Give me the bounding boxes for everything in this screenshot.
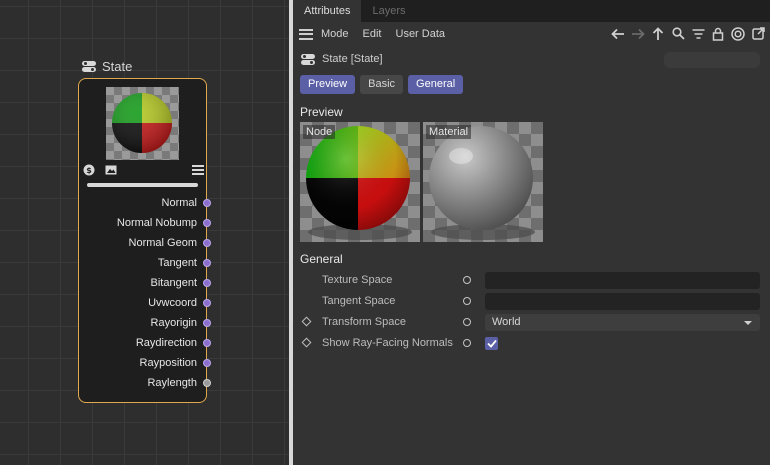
attributes-toolbar [610,25,766,42]
object-row: State [State] [293,46,770,72]
port-connector[interactable] [203,259,211,267]
port-row: Normal Nobump [117,213,211,233]
preview-node-label: Node [303,125,336,139]
param-texture-space: Texture Space [293,270,770,291]
keyframe-diamond-icon[interactable] [301,337,312,348]
port-toggle-icon[interactable] [463,339,471,347]
toggle-icon [301,53,315,65]
port-connector[interactable] [203,319,211,327]
port-row: Normal [117,193,211,213]
port-connector[interactable] [203,239,211,247]
lock-icon[interactable] [710,25,726,42]
port-label: Normal Geom [128,237,197,249]
checkmark-icon [486,339,497,348]
port-label: Tangent [157,257,197,269]
port-row: Tangent [117,253,211,273]
filter-icon[interactable] [690,25,706,42]
param-label: Show Ray-Facing Normals [322,337,453,349]
chevron-down-icon [744,321,752,325]
port-label: Raydirection [135,337,197,349]
mode-basic-button[interactable]: Basic [360,74,404,94]
object-search-field[interactable] [664,52,760,68]
port-connector[interactable] [203,199,211,207]
port-connector[interactable] [203,279,211,287]
node-tools: $ [83,164,204,178]
menu-mode[interactable]: Mode [321,28,349,40]
port-connector[interactable] [203,379,211,387]
texture-space-field[interactable] [485,272,760,289]
general-params: Texture Space Tangent Space Transform Sp… [293,270,770,354]
dollar-icon[interactable]: $ [83,164,95,180]
port-row: Rayposition [117,353,211,373]
port-label: Bitangent [150,277,197,289]
node-preview-image: Node [300,122,420,242]
list-icon[interactable] [192,164,204,180]
mode-preview-button[interactable]: Preview [300,74,356,94]
port-toggle-icon[interactable] [463,276,471,284]
port-row: Raylength [117,373,211,393]
node-preview-thumbnail [106,87,179,160]
menu-edit[interactable]: Edit [363,28,382,40]
toggle-icon [82,61,96,72]
arrow-right-icon[interactable] [630,25,646,42]
param-label: Texture Space [322,274,393,286]
port-label: Raylength [147,377,197,389]
image-icon[interactable] [105,164,117,180]
port-toggle-icon[interactable] [463,297,471,305]
port-connector[interactable] [203,299,211,307]
param-ray-facing-normals: Show Ray-Facing Normals [293,333,770,354]
external-link-icon[interactable] [750,25,766,42]
node-title: State [102,59,133,74]
menu-bar: Mode Edit User Data [293,22,770,46]
state-node[interactable]: $ Normal Normal Nobump Normal Geom Tange… [78,78,211,403]
general-section-title: General [300,252,343,266]
material-preview-image: Material [423,122,543,242]
node-editor-canvas[interactable]: State $ Normal Normal Nobump Normal Geom… [0,0,289,465]
port-connector[interactable] [203,339,211,347]
port-row: Normal Geom [117,233,211,253]
node-output-ports: Normal Normal Nobump Normal Geom Tangent… [117,193,211,393]
node-preview-slider[interactable] [87,183,198,187]
port-connector[interactable] [203,359,211,367]
tab-attributes[interactable]: Attributes [293,0,362,22]
port-row: Raydirection [117,333,211,353]
transform-space-value: World [492,316,521,328]
param-transform-space: Transform Space World [293,312,770,333]
svg-text:$: $ [86,166,92,175]
transform-space-dropdown[interactable]: World [485,314,760,331]
port-connector[interactable] [203,219,211,227]
object-name: State [State] [322,53,383,65]
tangent-space-field[interactable] [485,293,760,310]
search-icon[interactable] [670,25,686,42]
keyframe-diamond-icon[interactable] [301,316,312,327]
menu-user-data[interactable]: User Data [396,28,446,40]
tab-layers[interactable]: Layers [361,0,416,22]
mode-general-button[interactable]: General [408,74,464,94]
attributes-panel: Attributes Layers Mode Edit User Data St… [293,0,770,465]
port-row: Rayorigin [117,313,211,333]
ray-facing-normals-checkbox[interactable] [485,337,498,350]
tab-bar: Attributes Layers [293,0,770,22]
node-header[interactable]: State [82,59,132,74]
preview-images: Node Material [293,122,770,242]
port-row: Uvwcoord [117,293,211,313]
preview-material-label: Material [426,125,472,139]
target-icon[interactable] [730,25,746,42]
arrow-up-icon[interactable] [650,25,666,42]
port-label: Uvwcoord [148,297,197,309]
preview-section-title: Preview [300,105,343,119]
port-row: Bitangent [117,273,211,293]
param-label: Tangent Space [322,295,396,307]
hamburger-menu-icon[interactable] [299,28,313,40]
port-toggle-icon[interactable] [463,318,471,326]
mode-buttons: Preview Basic General [293,72,770,96]
port-label: Normal [161,197,197,209]
port-label: Rayposition [139,357,197,369]
port-label: Normal Nobump [116,217,197,229]
param-tangent-space: Tangent Space [293,291,770,312]
port-label: Rayorigin [150,317,197,329]
arrow-left-icon[interactable] [610,25,626,42]
param-label: Transform Space [322,316,406,328]
